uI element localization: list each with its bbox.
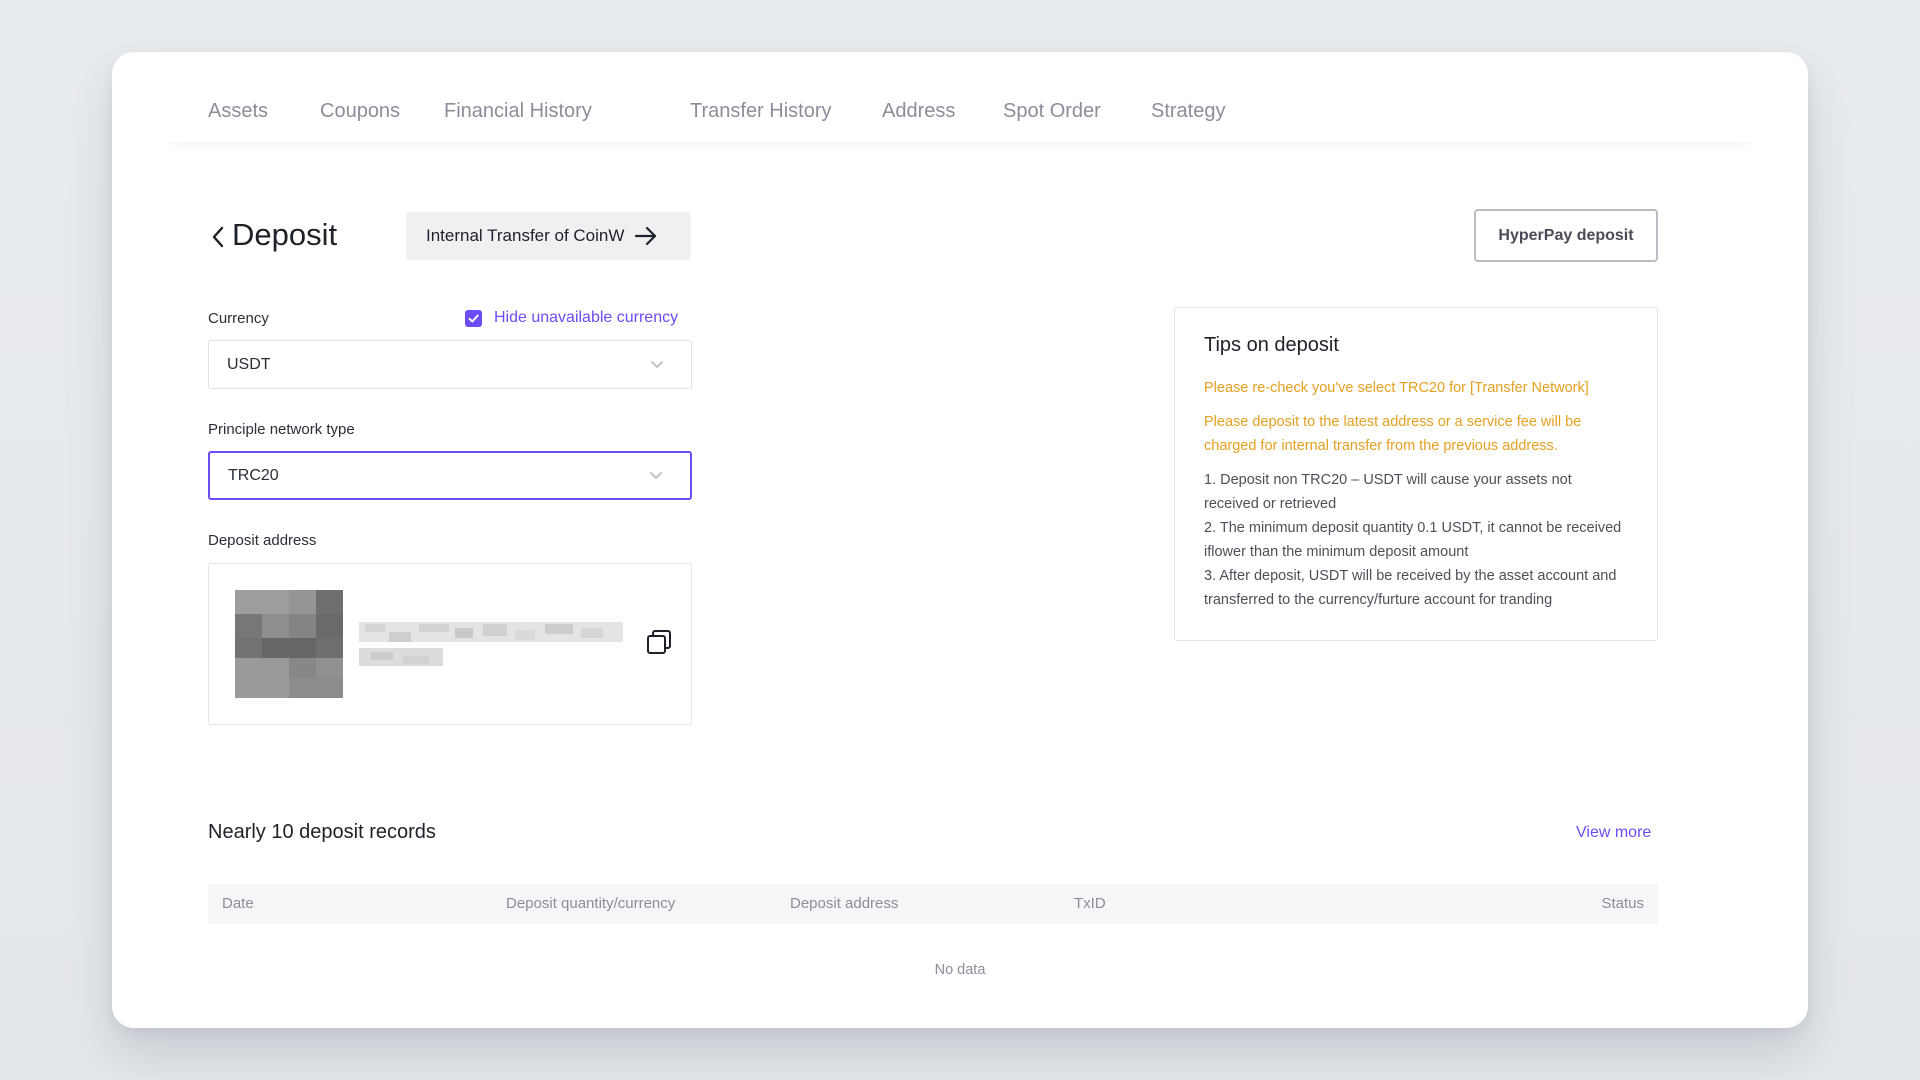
top-nav: Assets Coupons Financial History Transfe…: [160, 52, 1760, 142]
chevron-down-icon: [650, 471, 662, 479]
tab-coupons[interactable]: Coupons: [320, 100, 400, 123]
hide-unavailable-label: Hide unavailable currency: [494, 309, 679, 326]
tab-strategy[interactable]: Strategy: [1151, 100, 1225, 123]
records-title: Nearly 10 deposit records: [208, 821, 436, 843]
chevron-down-icon: [651, 360, 663, 368]
tab-spot-order[interactable]: Spot Order: [1003, 100, 1101, 123]
deposit-address-box: [208, 563, 692, 725]
tab-assets[interactable]: Assets: [208, 100, 268, 123]
view-more-link[interactable]: View more: [1576, 824, 1651, 842]
column-status: Status: [1601, 895, 1644, 912]
internal-transfer-label: Internal Transfer of CoinW: [426, 226, 625, 245]
tab-financial-history[interactable]: Financial History: [444, 100, 592, 123]
network-select[interactable]: TRC20: [208, 451, 692, 500]
copy-icon[interactable]: [645, 628, 673, 656]
deposit-card: Assets Coupons Financial History Transfe…: [112, 52, 1808, 1028]
records-empty-state: No data: [934, 962, 986, 978]
tip-note-2: 2. The minimum deposit quantity 0.1 USDT…: [1204, 520, 1622, 560]
records-table-header: Date Deposit quantity/currency Deposit a…: [208, 884, 1658, 924]
tab-address[interactable]: Address: [882, 100, 955, 123]
hyperpay-deposit-button[interactable]: HyperPay deposit: [1474, 209, 1658, 262]
page-title: Deposit: [232, 217, 338, 252]
check-icon: [468, 314, 479, 322]
deposit-address-label: Deposit address: [208, 532, 317, 549]
column-date: Date: [222, 895, 254, 912]
column-deposit-quantity: Deposit quantity/currency: [506, 895, 676, 912]
currency-select[interactable]: USDT: [208, 340, 692, 389]
tips-title: Tips on deposit: [1204, 334, 1339, 356]
currency-label: Currency: [208, 310, 269, 327]
tab-transfer-history[interactable]: Transfer History: [690, 100, 832, 123]
hide-unavailable-toggle[interactable]: Hide unavailable currency: [465, 309, 678, 327]
tip-note-1: 1. Deposit non TRC20 – USDT will cause y…: [1204, 472, 1572, 512]
chevron-left-icon[interactable]: [208, 224, 230, 250]
column-deposit-address: Deposit address: [790, 895, 899, 912]
tip-note-3: 3. After deposit, USDT will be received …: [1204, 568, 1617, 608]
deposit-qr-code: [235, 590, 343, 698]
tips-panel: Tips on deposit Please re-check you've s…: [1174, 307, 1658, 641]
tip-warning-latest-address: Please deposit to the latest address or …: [1204, 414, 1582, 454]
column-txid: TxID: [1074, 895, 1106, 912]
tip-warning-transfer-network: Please re-check you've select TRC20 for …: [1204, 380, 1589, 396]
checkbox[interactable]: [465, 309, 482, 327]
internal-transfer-button[interactable]: Internal Transfer of CoinW: [406, 212, 691, 260]
arrow-right-icon: [635, 226, 657, 246]
network-value: TRC20: [228, 466, 279, 484]
currency-value: USDT: [227, 355, 271, 373]
network-label: Principle network type: [208, 421, 355, 438]
deposit-address-text: [359, 622, 623, 666]
